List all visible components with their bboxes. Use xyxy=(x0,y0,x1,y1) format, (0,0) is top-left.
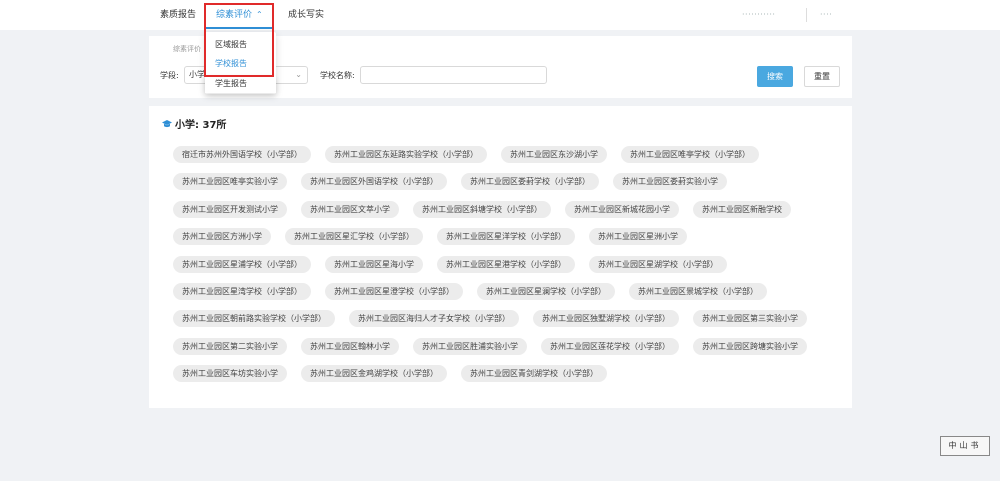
section-title-text: 小学: 37所 xyxy=(175,120,227,131)
school-tag[interactable]: 苏州工业园区娄葑学校（小学部） xyxy=(461,173,599,190)
school-tag[interactable]: 苏州工业园区开发测试小学 xyxy=(173,201,287,218)
school-tag[interactable]: 苏州工业园区外国语学校（小学部） xyxy=(301,173,447,190)
school-tag[interactable]: 苏州工业园区星洲小学 xyxy=(589,228,687,245)
school-tag[interactable]: 苏州工业园区独墅湖学校（小学部） xyxy=(533,310,679,327)
school-tag[interactable]: 苏州工业园区斜塘学校（小学部） xyxy=(413,201,551,218)
school-tag[interactable]: 苏州工业园区星港学校（小学部） xyxy=(437,256,575,273)
chevron-down-icon: ⌄ xyxy=(295,70,302,79)
school-tag[interactable]: 苏州工业园区星澜学校（小学部） xyxy=(477,283,615,300)
logout-link[interactable]: ···· xyxy=(820,9,832,21)
school-tag[interactable]: 苏州工业园区胜浦实验小学 xyxy=(413,338,527,355)
stage-label: 学段: xyxy=(160,71,179,80)
school-name-label: 学校名称: xyxy=(320,71,355,80)
breadcrumb: 综素评价 xyxy=(173,45,201,53)
chevron-up-icon: ⌃ xyxy=(256,10,263,19)
school-tag[interactable]: 苏州工业园区唯亭学校（小学部） xyxy=(621,146,759,163)
school-tag[interactable]: 苏州工业园区翰林小学 xyxy=(301,338,399,355)
reset-button[interactable]: 重置 xyxy=(804,66,840,87)
school-tag[interactable]: 苏州工业园区东沙湖小学 xyxy=(501,146,607,163)
top-nav: 素质报告 综素评价 ⌃ 成长写实 ··········· ···· xyxy=(0,0,1000,30)
school-tag[interactable]: 苏州工业园区方洲小学 xyxy=(173,228,271,245)
seal-stamp: 中山书 xyxy=(940,436,990,456)
search-button[interactable]: 搜索 xyxy=(757,66,793,87)
stage-select-value: 小学 xyxy=(189,70,205,79)
school-tag[interactable]: 苏州工业园区东延路实验学校（小学部） xyxy=(325,146,487,163)
school-tag[interactable]: 苏州工业园区文萃小学 xyxy=(301,201,399,218)
nav-item-growth-record[interactable]: 成长写实 xyxy=(288,0,324,30)
school-tag[interactable]: 苏州工业园区朝前路实验学校（小学部） xyxy=(173,310,335,327)
school-tag[interactable]: 苏州工业园区莲花学校（小学部） xyxy=(541,338,679,355)
graduation-cap-icon xyxy=(162,120,172,128)
school-tag[interactable]: 苏州工业园区星洋学校（小学部） xyxy=(437,228,575,245)
school-tag[interactable]: 苏州工业园区星湾学校（小学部） xyxy=(173,283,311,300)
section-title: 小学: 37所 xyxy=(162,119,226,133)
school-tag[interactable]: 苏州工业园区金鸡湖学校（小学部） xyxy=(301,365,447,382)
school-tag[interactable]: 苏州工业园区第三实验小学 xyxy=(693,310,807,327)
school-tag[interactable]: 苏州工业园区新城花园小学 xyxy=(565,201,679,218)
school-tag[interactable]: 宿迁市苏州外国语学校（小学部） xyxy=(173,146,311,163)
school-tag[interactable]: 苏州工业园区新融学校 xyxy=(693,201,791,218)
nav-item-quality-report[interactable]: 素质报告 xyxy=(160,0,196,30)
school-tag[interactable]: 苏州工业园区唯亭实验小学 xyxy=(173,173,287,190)
dropdown-item-school-report[interactable]: 学校报告 xyxy=(215,58,247,70)
school-tag[interactable]: 苏州工业园区娄葑实验小学 xyxy=(613,173,727,190)
school-tag[interactable]: 苏州工业园区青剑湖学校（小学部） xyxy=(461,365,607,382)
school-tag[interactable]: 苏州工业园区跨塘实验小学 xyxy=(693,338,807,355)
school-tag[interactable]: 苏州工业园区星湖学校（小学部） xyxy=(589,256,727,273)
user-divider xyxy=(806,8,807,22)
school-tag[interactable]: 苏州工业园区景城学校（小学部） xyxy=(629,283,767,300)
school-tag[interactable]: 苏州工业园区星澄学校（小学部） xyxy=(325,283,463,300)
school-tag[interactable]: 苏州工业园区星海小学 xyxy=(325,256,423,273)
user-info[interactable]: ··········· xyxy=(742,9,775,21)
dropdown-item-region-report[interactable]: 区域报告 xyxy=(215,39,247,51)
school-name-input[interactable] xyxy=(360,66,547,84)
school-tag[interactable]: 苏州工业园区第二实验小学 xyxy=(173,338,287,355)
nav-item-label: 综素评价 xyxy=(216,10,253,20)
nav-item-comprehensive-evaluation[interactable]: 综素评价 ⌃ xyxy=(216,0,263,30)
dropdown-item-student-report[interactable]: 学生报告 xyxy=(215,78,247,90)
active-tab-underline xyxy=(206,27,274,29)
school-tag[interactable]: 苏州工业园区海归人才子女学校（小学部） xyxy=(349,310,519,327)
school-tag[interactable]: 苏州工业园区车坊实验小学 xyxy=(173,365,287,382)
school-tag[interactable]: 苏州工业园区星汇学校（小学部） xyxy=(285,228,423,245)
school-tag[interactable]: 苏州工业园区星浦学校（小学部） xyxy=(173,256,311,273)
